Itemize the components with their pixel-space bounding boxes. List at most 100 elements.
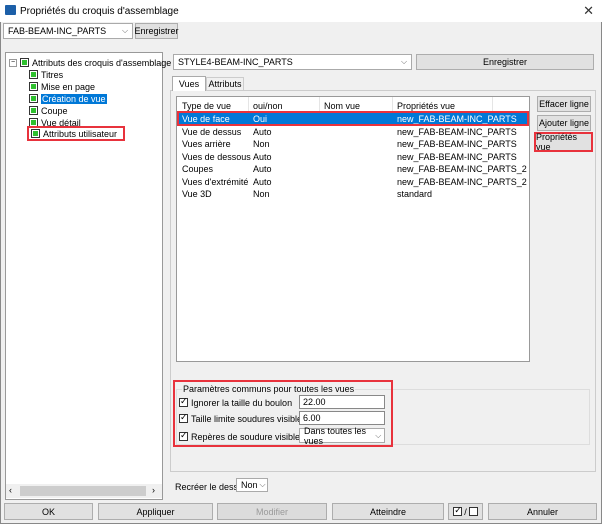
- ok-button[interactable]: OK: [4, 503, 93, 520]
- checkbox-icon[interactable]: [20, 58, 29, 67]
- column-header[interactable]: Propriétés vue: [397, 101, 455, 111]
- column-header[interactable]: Type de vue: [182, 101, 231, 111]
- bolt-size-input[interactable]: 22.00: [299, 395, 385, 409]
- view-properties-button[interactable]: Propriétés vue: [534, 132, 593, 152]
- table-row[interactable]: Vues arrière Non new_FAB-BEAM-INC_PARTS: [178, 138, 528, 150]
- chevron-down-icon: ⌵: [121, 26, 129, 35]
- chevron-down-icon: ⌵: [259, 480, 266, 489]
- table-cell: Vue de face: [182, 114, 230, 124]
- weld-limit-checkbox[interactable]: Taille limite soudures visibles: [179, 412, 307, 424]
- checkbox-icon[interactable]: [29, 106, 38, 115]
- table-header: Type de vue oui/non Nom vue Propriétés v…: [178, 97, 528, 112]
- ignore-bolt-checkbox[interactable]: Ignorer la taille du boulon: [179, 396, 293, 408]
- clear-row-button[interactable]: Effacer ligne: [537, 96, 591, 112]
- horizontal-scrollbar[interactable]: ‹ ›: [6, 484, 162, 498]
- weld-marks-label: Repères de soudure visibles :: [191, 431, 310, 442]
- weld-marks-select[interactable]: Dans toutes les vues ⌵: [299, 425, 385, 446]
- close-icon[interactable]: ✕: [583, 3, 594, 19]
- ignore-bolt-label: Ignorer la taille du boulon: [191, 397, 293, 408]
- table-cell: new_FAB-BEAM-INC_PARTS_2: [397, 176, 527, 187]
- tree-item-label: Mise en page: [41, 81, 96, 92]
- table-row[interactable]: Coupes Auto new_FAB-BEAM-INC_PARTS_2: [178, 163, 528, 175]
- tree-item-mise-en-page[interactable]: Mise en page: [29, 81, 95, 92]
- tree-item-attributs-utilisateur[interactable]: Attributs utilisateur: [27, 126, 126, 141]
- table-cell: Vue de dessus: [182, 126, 242, 137]
- scroll-right-icon[interactable]: ›: [152, 485, 155, 495]
- column-divider: [248, 97, 249, 111]
- tree-item-creation-de-vue[interactable]: Création de vue: [29, 93, 107, 104]
- recreate-select[interactable]: Non ⌵: [236, 478, 268, 492]
- table-cell: new_FAB-BEAM-INC_PARTS: [397, 151, 517, 162]
- weld-limit-input[interactable]: 6.00: [299, 411, 385, 425]
- toggle-separator: /: [464, 506, 467, 517]
- column-divider: [319, 97, 320, 111]
- tree-item-titres[interactable]: Titres: [29, 69, 63, 80]
- views-table: Type de vue oui/non Nom vue Propriétés v…: [176, 96, 530, 362]
- scroll-left-icon[interactable]: ‹: [9, 485, 12, 495]
- apply-button[interactable]: Appliquer: [98, 503, 213, 520]
- table-cell: Coupes: [182, 164, 214, 174]
- tree-item-coupe[interactable]: Coupe: [29, 105, 68, 116]
- preset-select[interactable]: FAB-BEAM-INC_PARTS ⌵: [3, 23, 133, 39]
- goto-button[interactable]: Atteindre: [332, 503, 444, 520]
- column-divider: [492, 97, 493, 111]
- table-row[interactable]: Vue 3D Non standard: [178, 188, 528, 200]
- checkbox-icon[interactable]: [29, 94, 38, 103]
- settings-tree: − Attributs des croquis d'assemblage Titr…: [5, 52, 171, 500]
- column-header[interactable]: oui/non: [253, 101, 283, 111]
- tree-root[interactable]: − Attributs des croquis d'assemblage: [9, 57, 171, 68]
- style-select[interactable]: STYLE4-BEAM-INC_PARTS ⌵: [173, 54, 412, 70]
- table-cell: new_FAB-BEAM-INC_PARTS: [397, 126, 517, 137]
- toggle-select-button[interactable]: /: [448, 503, 483, 520]
- title-bar: Propriétés du croquis d'assemblage: [0, 0, 602, 22]
- weld-marks-checkbox[interactable]: Repères de soudure visibles :: [179, 430, 310, 442]
- app-icon: [5, 5, 16, 15]
- table-cell: Vue 3D: [182, 189, 212, 199]
- table-cell: standard: [397, 189, 433, 199]
- table-cell: new_FAB-BEAM-INC_PARTS_2: [397, 164, 527, 174]
- table-row[interactable]: Vue de dessus Auto new_FAB-BEAM-INC_PARTS: [178, 126, 528, 138]
- table-cell: Vues d'extrémité: [182, 176, 249, 187]
- chevron-down-icon: ⌵: [375, 430, 382, 440]
- table-cell: Non: [253, 189, 270, 199]
- unchecked-icon: [468, 507, 478, 516]
- group-title: Paramètres communs pour toutes les vues: [182, 384, 356, 394]
- checkbox-icon[interactable]: [179, 412, 188, 423]
- table-row[interactable]: Vues de dessous Auto new_FAB-BEAM-INC_PART…: [178, 151, 528, 163]
- checkbox-icon[interactable]: [29, 70, 38, 79]
- checked-icon: [453, 505, 463, 516]
- table-cell: new_FAB-BEAM-INC_PARTS: [397, 139, 517, 149]
- table-cell: Auto: [253, 176, 272, 187]
- tree-item-label: Attributs utilisateur: [43, 128, 118, 139]
- checkbox-icon[interactable]: [179, 396, 188, 407]
- save-style-button[interactable]: Enregistrer: [416, 54, 594, 70]
- collapse-icon[interactable]: −: [9, 58, 17, 67]
- column-divider: [392, 97, 393, 111]
- save-preset-button[interactable]: Enregistrer: [135, 23, 179, 39]
- column-header[interactable]: Nom vue: [324, 101, 360, 111]
- add-row-button[interactable]: Ajouter ligne: [537, 115, 591, 131]
- preset-value: FAB-BEAM-INC_PARTS: [8, 26, 107, 36]
- weld-limit-label: Taille limite soudures visibles: [191, 413, 307, 424]
- checkbox-icon[interactable]: [31, 129, 40, 138]
- style-value: STYLE4-BEAM-INC_PARTS: [178, 57, 293, 67]
- modify-button[interactable]: Modifier: [217, 503, 327, 520]
- table-cell: Vues arrière: [182, 139, 231, 149]
- table-cell: Auto: [253, 151, 272, 162]
- checkbox-icon[interactable]: [29, 82, 38, 91]
- tab-vues[interactable]: Vues: [172, 76, 206, 91]
- recreate-label: Recréer le dessin: [175, 482, 246, 492]
- table-row[interactable]: Vues d'extrémité Auto new_FAB-BEAM-INC_PAR…: [178, 176, 528, 188]
- weld-marks-value: Dans toutes les vues: [304, 425, 367, 446]
- tree-root-label: Attributs des croquis d'assemblage: [32, 57, 172, 68]
- table-cell: Non: [253, 139, 270, 149]
- checkbox-icon[interactable]: [179, 430, 188, 441]
- tree-item-label: Titres: [41, 69, 64, 80]
- table-cell: new_FAB-BEAM-INC_PARTS: [397, 114, 517, 124]
- cancel-button[interactable]: Annuler: [488, 503, 597, 520]
- tree-item-label: Création de vue: [41, 93, 107, 104]
- scroll-thumb[interactable]: [20, 486, 146, 496]
- tab-attributs[interactable]: Attributs: [206, 77, 244, 90]
- recreate-value: Non: [241, 480, 258, 490]
- table-row[interactable]: Vue de face Oui new_FAB-BEAM-INC_PARTS: [178, 113, 528, 125]
